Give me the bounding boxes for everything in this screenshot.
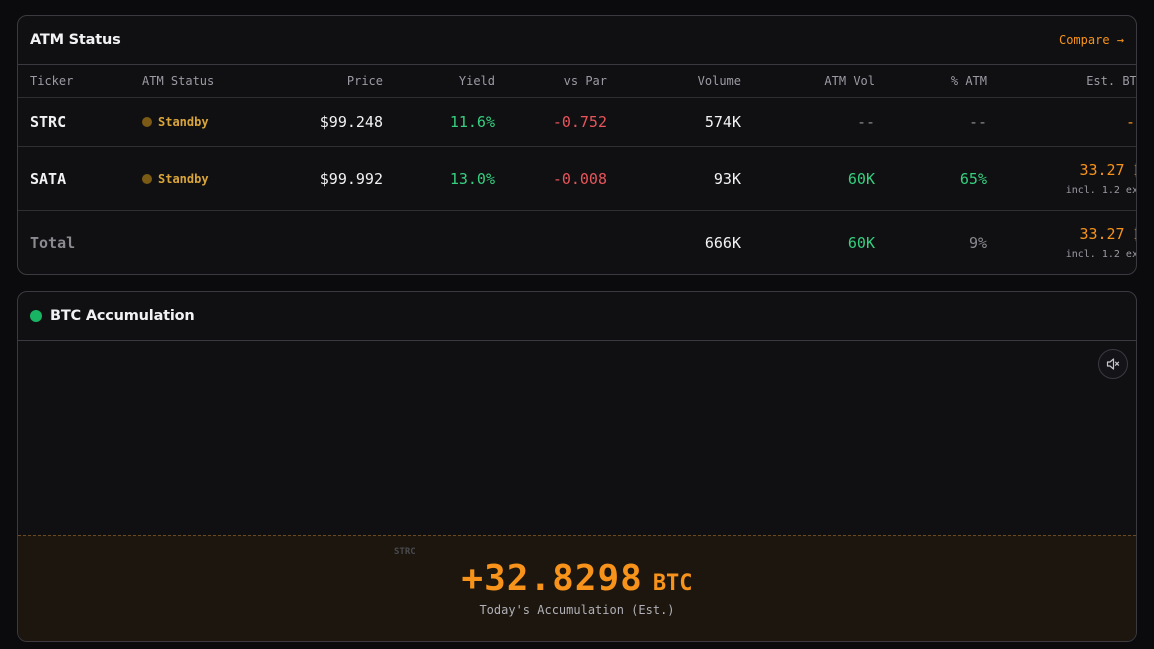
column-header-yield[interactable]: Yield [383, 74, 495, 88]
atm-status-card: ATM Status Compare → Ticker ATM Status P… [17, 15, 1137, 275]
column-header-est-btc[interactable]: Est. BTC [987, 74, 1136, 88]
volume-cell: 93K [713, 169, 741, 188]
pct-atm-cell: 65% [959, 169, 987, 188]
column-header-ticker[interactable]: Ticker [30, 74, 142, 88]
live-status-dot-icon [30, 310, 42, 322]
column-header-vs-par[interactable]: vs Par [495, 74, 607, 88]
strc-marker-label: STRC [394, 547, 416, 557]
est-btc-cell: 33.27 ₿ incl. 1.2 ext [987, 161, 1137, 196]
ticker-cell: SATA [30, 169, 67, 188]
est-btc-value: 33.27 ₿ [1079, 161, 1136, 179]
status-label: Standby [158, 115, 209, 129]
accumulation-summary: STRC +32.8298 BTC Today's Accumulation (E… [18, 535, 1136, 641]
total-est-btc-value: 33.27 ₿ [1079, 225, 1136, 243]
total-row: Total 666K 60K 9% 33.27 ₿ incl. 1.2 ext [18, 211, 1136, 274]
total-label: Total [30, 233, 76, 252]
accumulation-unit: BTC [652, 571, 693, 596]
atm-vol-cell: -- [856, 113, 875, 131]
column-header-pct-atm[interactable]: % ATM [875, 74, 987, 88]
total-est-btc-note: incl. 1.2 ext [1065, 249, 1137, 260]
vs-par-cell: -0.752 [552, 113, 607, 131]
yield-cell: 13.0% [449, 169, 495, 188]
mute-toggle-button[interactable] [1098, 349, 1128, 379]
atm-vol-cell: 60K [847, 169, 875, 188]
pct-atm-cell: -- [968, 113, 987, 131]
table-row[interactable]: SATA Standby $99.992 13.0% -0.008 93K 60… [18, 147, 1136, 211]
table-row[interactable]: STRC Standby $99.248 11.6% -0.752 574K -… [18, 98, 1136, 147]
atm-status-header: ATM Status Compare → [18, 16, 1136, 65]
column-header-volume[interactable]: Volume [607, 74, 741, 88]
est-btc-note: incl. 1.2 ext [1065, 185, 1137, 196]
standby-dot-icon [142, 117, 152, 127]
speaker-muted-icon [1106, 358, 1120, 370]
status-label: Standby [158, 171, 209, 186]
btc-accumulation-title: BTC Accumulation [50, 308, 195, 324]
yield-cell: 11.6% [449, 113, 495, 131]
status-cell: Standby [142, 115, 252, 129]
atm-status-title: ATM Status [30, 32, 121, 48]
btc-accumulation-header: BTC Accumulation [18, 292, 1136, 341]
accumulation-amount: +32.8298 BTC [18, 558, 1136, 599]
btc-accumulation-card: BTC Accumulation STRC +32.8298 BTC Today'… [17, 291, 1137, 642]
accumulation-caption: Today's Accumulation (Est.) [479, 603, 675, 617]
volume-cell: 574K [704, 113, 741, 131]
total-est-btc-cell: 33.27 ₿ incl. 1.2 ext [987, 225, 1137, 260]
column-header-atm-status[interactable]: ATM Status [142, 74, 252, 88]
compare-link[interactable]: Compare → [1059, 33, 1124, 47]
table-header-row: Ticker ATM Status Price Yield vs Par Vol… [18, 65, 1136, 98]
column-header-atm-vol[interactable]: ATM Vol [741, 74, 875, 88]
btc-accumulation-title-group: BTC Accumulation [30, 308, 195, 324]
est-btc-cell: -- [1125, 113, 1136, 131]
vs-par-cell: -0.008 [552, 169, 607, 188]
price-cell: $99.248 [319, 113, 383, 131]
total-atm-vol-cell: 60K [847, 233, 875, 252]
total-pct-atm-cell: 9% [968, 233, 987, 252]
accumulation-value: +32.8298 [461, 558, 643, 599]
status-cell: Standby [142, 172, 252, 186]
column-header-price[interactable]: Price [252, 74, 383, 88]
standby-dot-icon [142, 173, 152, 184]
price-cell: $99.992 [319, 169, 383, 188]
ticker-cell: STRC [30, 113, 67, 131]
total-volume-cell: 666K [704, 233, 741, 252]
